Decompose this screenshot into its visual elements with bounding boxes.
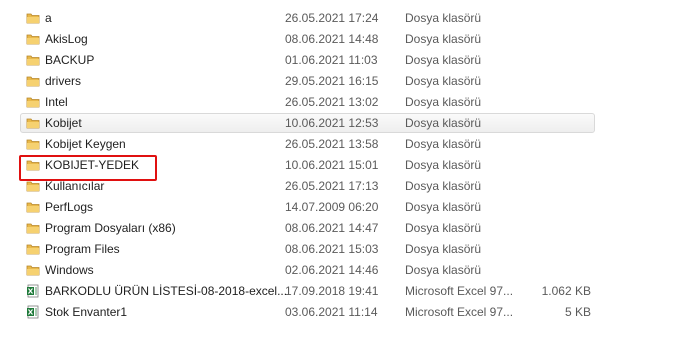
file-date: 08.06.2021 14:47 <box>285 221 379 235</box>
file-row[interactable]: BACKUP 01.06.2021 11:03 Dosya klasörü <box>0 50 690 70</box>
file-type: Dosya klasörü <box>405 242 482 256</box>
file-row[interactable]: Stok Envanter1 03.06.2021 11:14 Microsof… <box>0 302 690 322</box>
file-row[interactable]: a 26.05.2021 17:24 Dosya klasörü <box>0 8 690 28</box>
folder-icon <box>26 263 40 277</box>
file-type: Dosya klasörü <box>405 221 482 235</box>
file-row[interactable]: BARKODLU ÜRÜN LİSTESİ-08-2018-excel... 1… <box>0 281 690 301</box>
file-list: a 26.05.2021 17:24 Dosya klasörü AkisLog… <box>0 8 690 328</box>
file-type: Microsoft Excel 97... <box>405 284 514 298</box>
file-name: KOBIJET-YEDEK <box>45 158 140 172</box>
file-type: Dosya klasörü <box>405 11 482 25</box>
file-date: 26.05.2021 17:13 <box>285 179 379 193</box>
file-name: Stok Envanter1 <box>45 305 128 319</box>
excel-file-icon <box>26 284 40 298</box>
file-row[interactable]: Kobijet Keygen 26.05.2021 13:58 Dosya kl… <box>0 134 690 154</box>
folder-icon <box>26 158 40 172</box>
folder-icon <box>26 95 40 109</box>
file-type: Dosya klasörü <box>405 32 482 46</box>
file-date: 26.05.2021 13:02 <box>285 95 379 109</box>
file-type: Dosya klasörü <box>405 95 482 109</box>
folder-icon <box>26 200 40 214</box>
file-date: 26.05.2021 17:24 <box>285 11 379 25</box>
excel-file-icon <box>26 305 40 319</box>
file-name: a <box>45 11 52 25</box>
file-row[interactable]: drivers 29.05.2021 16:15 Dosya klasörü <box>0 71 690 91</box>
file-name: drivers <box>45 74 82 88</box>
file-name: BARKODLU ÜRÜN LİSTESİ-08-2018-excel... <box>45 284 288 298</box>
file-date: 26.05.2021 13:58 <box>285 137 379 151</box>
file-type: Microsoft Excel 97... <box>405 305 514 319</box>
file-date: 02.06.2021 14:46 <box>285 263 379 277</box>
file-type: Dosya klasörü <box>405 116 482 130</box>
folder-icon <box>26 32 40 46</box>
file-date: 08.06.2021 15:03 <box>285 242 379 256</box>
file-type: Dosya klasörü <box>405 137 482 151</box>
file-type: Dosya klasörü <box>405 179 482 193</box>
file-name: Kobijet Keygen <box>45 137 126 151</box>
file-date: 08.06.2021 14:48 <box>285 32 379 46</box>
file-date: 10.06.2021 12:53 <box>285 116 379 130</box>
folder-icon <box>26 221 40 235</box>
file-date: 17.09.2018 19:41 <box>285 284 379 298</box>
file-name: Program Dosyaları (x86) <box>45 221 176 235</box>
file-row[interactable]: Intel 26.05.2021 13:02 Dosya klasörü <box>0 92 690 112</box>
folder-icon <box>26 137 40 151</box>
folder-icon <box>26 53 40 67</box>
file-type: Dosya klasörü <box>405 158 482 172</box>
folder-icon <box>26 11 40 25</box>
file-date: 10.06.2021 15:01 <box>285 158 379 172</box>
file-row[interactable]: PerfLogs 14.07.2009 06:20 Dosya klasörü <box>0 197 690 217</box>
file-type: Dosya klasörü <box>405 53 482 67</box>
folder-icon <box>26 179 40 193</box>
file-type: Dosya klasörü <box>405 74 482 88</box>
file-name: Program Files <box>45 242 120 256</box>
folder-icon <box>26 242 40 256</box>
file-name: AkisLog <box>45 32 88 46</box>
file-row[interactable]: KOBIJET-YEDEK 10.06.2021 15:01 Dosya kla… <box>0 155 690 175</box>
file-name: Windows <box>45 263 94 277</box>
file-size: 5 KB <box>564 305 591 319</box>
file-name: Kullanıcılar <box>45 179 105 193</box>
file-row[interactable]: Program Files 08.06.2021 15:03 Dosya kla… <box>0 239 690 259</box>
file-name: PerfLogs <box>45 200 94 214</box>
file-name: Kobijet <box>45 116 82 130</box>
folder-icon <box>26 74 40 88</box>
file-type: Dosya klasörü <box>405 263 482 277</box>
file-row-selected[interactable]: Kobijet 10.06.2021 12:53 Dosya klasörü <box>0 113 690 133</box>
file-date: 03.06.2021 11:14 <box>285 305 378 319</box>
file-row[interactable]: Program Dosyaları (x86) 08.06.2021 14:47… <box>0 218 690 238</box>
file-date: 14.07.2009 06:20 <box>285 200 379 214</box>
file-row[interactable]: Kullanıcılar 26.05.2021 17:13 Dosya klas… <box>0 176 690 196</box>
file-name: Intel <box>45 95 68 109</box>
folder-icon <box>26 116 40 130</box>
file-size: 1.062 KB <box>541 284 591 298</box>
file-row[interactable]: Windows 02.06.2021 14:46 Dosya klasörü <box>0 260 690 280</box>
file-date: 01.06.2021 11:03 <box>285 53 378 67</box>
file-type: Dosya klasörü <box>405 200 482 214</box>
file-name: BACKUP <box>45 53 95 67</box>
file-date: 29.05.2021 16:15 <box>285 74 379 88</box>
file-row[interactable]: AkisLog 08.06.2021 14:48 Dosya klasörü <box>0 29 690 49</box>
